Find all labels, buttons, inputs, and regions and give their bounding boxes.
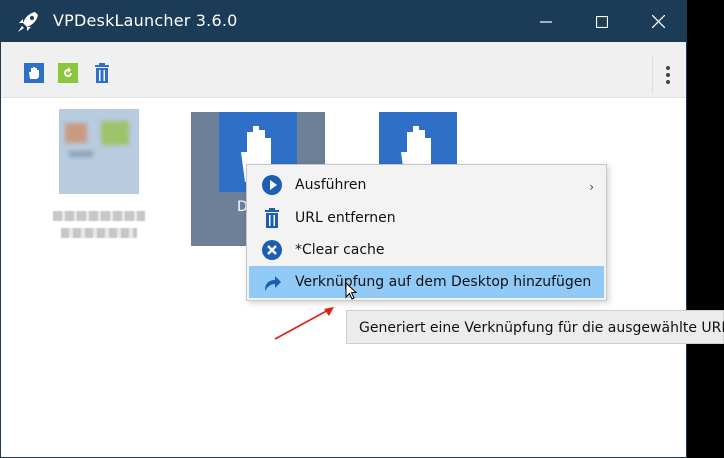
tooltip: Generiert eine Verknüpfung für die ausge… xyxy=(346,310,724,344)
close-circle-icon xyxy=(262,240,282,260)
menu-item-clear-cache[interactable]: *Clear cache xyxy=(249,234,604,266)
trash-icon xyxy=(95,63,109,83)
maximize-icon xyxy=(596,15,608,28)
tile-caption-line2 xyxy=(61,228,137,238)
hand-icon xyxy=(24,63,44,83)
delete-button[interactable] xyxy=(91,62,113,84)
more-options-button[interactable] xyxy=(652,56,682,94)
close-icon xyxy=(651,15,665,28)
tile-thumbnail xyxy=(59,109,139,194)
tile-caption xyxy=(53,211,145,221)
refresh-button[interactable] xyxy=(57,62,79,84)
dot xyxy=(665,80,670,84)
menu-item-label: *Clear cache xyxy=(295,242,385,258)
play-circle-icon xyxy=(262,175,282,195)
maximize-button[interactable] xyxy=(574,1,630,42)
mouse-cursor-icon xyxy=(345,282,358,300)
refresh-icon xyxy=(58,63,78,83)
window-title: VPDeskLauncher 3.6.0 xyxy=(53,11,238,30)
annotation-arrow-icon xyxy=(274,307,334,340)
rocket-icon xyxy=(18,12,38,32)
shortcut-arrow-icon xyxy=(265,276,281,291)
toolbar xyxy=(1,42,686,98)
context-menu: Ausführen › URL entfernen *Clear cache V… xyxy=(246,164,607,301)
url-tile[interactable] xyxy=(51,108,147,238)
close-button[interactable] xyxy=(630,1,686,42)
dot xyxy=(665,73,670,77)
menu-item-label: URL entfernen xyxy=(295,210,396,226)
minimize-icon xyxy=(540,20,552,23)
menu-item-add-desktop-shortcut[interactable]: Verknüpfung auf dem Desktop hinzufügen xyxy=(249,266,604,298)
menu-item-label: Ausführen xyxy=(295,177,367,193)
title-bar[interactable]: VPDeskLauncher 3.6.0 xyxy=(1,1,686,42)
submenu-arrow-icon: › xyxy=(589,180,594,194)
trash-icon xyxy=(265,208,279,228)
menu-item-run[interactable]: Ausführen › xyxy=(249,169,604,201)
minimize-button[interactable] xyxy=(518,1,574,42)
dot xyxy=(665,66,670,70)
menu-item-label: Verknüpfung auf dem Desktop hinzufügen xyxy=(295,274,592,290)
add-url-button[interactable] xyxy=(23,62,45,84)
menu-item-remove-url[interactable]: URL entfernen xyxy=(249,202,604,234)
